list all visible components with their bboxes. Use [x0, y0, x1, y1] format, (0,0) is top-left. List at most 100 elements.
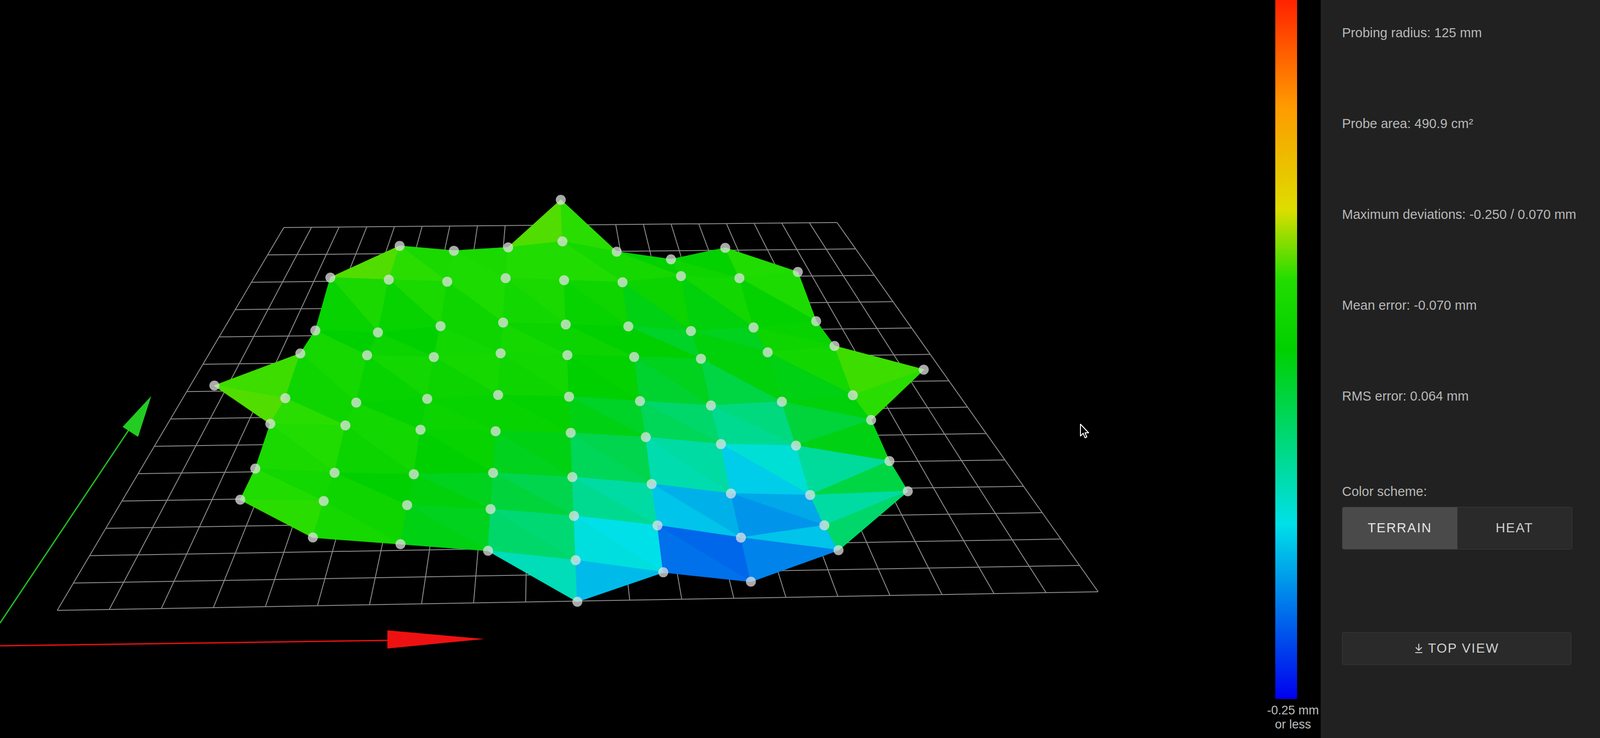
- probe-point[interactable]: [395, 539, 406, 550]
- probe-point[interactable]: [351, 397, 362, 408]
- probe-point[interactable]: [884, 455, 895, 466]
- probe-point[interactable]: [361, 350, 372, 361]
- probe-point[interactable]: [340, 420, 351, 431]
- probe-point[interactable]: [819, 520, 830, 531]
- probe-point[interactable]: [498, 317, 509, 328]
- color-scheme-option[interactable]: TERRAIN: [1342, 507, 1458, 550]
- probe-point[interactable]: [435, 321, 446, 332]
- probe-point[interactable]: [902, 486, 913, 497]
- probe-point[interactable]: [569, 510, 580, 521]
- probe-point[interactable]: [485, 504, 496, 515]
- probe-point[interactable]: [695, 353, 706, 364]
- surface-face: [569, 396, 646, 438]
- surface-face: [500, 322, 568, 356]
- surface-face: [315, 277, 378, 333]
- color-scheme-option[interactable]: HEAT: [1457, 507, 1573, 550]
- probe-point[interactable]: [629, 351, 640, 362]
- surface-face: [565, 324, 635, 358]
- probe-point[interactable]: [658, 567, 669, 578]
- probe-point[interactable]: [705, 400, 716, 411]
- probe-point[interactable]: [500, 273, 511, 284]
- surface-face: [312, 500, 401, 545]
- probe-point[interactable]: [559, 275, 570, 286]
- probe-point[interactable]: [307, 532, 318, 543]
- probe-point[interactable]: [265, 418, 276, 429]
- probe-point[interactable]: [792, 267, 803, 278]
- probe-point[interactable]: [565, 427, 576, 438]
- probe-point[interactable]: [805, 490, 816, 501]
- probe-point[interactable]: [318, 495, 329, 506]
- probe-point[interactable]: [209, 380, 220, 391]
- mesh-scene[interactable]: [0, 0, 1266, 738]
- probe-point[interactable]: [560, 319, 571, 330]
- surface-face: [330, 245, 400, 280]
- probe-point[interactable]: [652, 520, 663, 531]
- probe-point[interactable]: [422, 393, 433, 404]
- probe-point[interactable]: [493, 390, 504, 401]
- probe-point[interactable]: [685, 326, 696, 337]
- probe-point[interactable]: [715, 439, 726, 450]
- probe-point[interactable]: [791, 440, 802, 451]
- probe-point[interactable]: [735, 532, 746, 543]
- probe-point[interactable]: [745, 576, 756, 587]
- probe-point[interactable]: [442, 276, 453, 287]
- probe-point[interactable]: [567, 471, 578, 482]
- surface-face: [562, 241, 623, 283]
- probe-point[interactable]: [748, 322, 759, 333]
- probe-point[interactable]: [562, 350, 573, 361]
- probe-point[interactable]: [488, 467, 499, 478]
- probe-point[interactable]: [611, 246, 622, 257]
- probe-point[interactable]: [725, 488, 736, 499]
- mesh-canvas[interactable]: [0, 0, 1266, 738]
- probe-point[interactable]: [448, 245, 459, 256]
- probe-point[interactable]: [495, 348, 506, 359]
- probe-point[interactable]: [295, 348, 306, 359]
- probe-point[interactable]: [665, 254, 676, 265]
- surface-face: [565, 324, 635, 358]
- probe-point[interactable]: [646, 479, 657, 490]
- probe-point[interactable]: [250, 463, 261, 474]
- probe-point[interactable]: [734, 272, 745, 283]
- probe-point[interactable]: [310, 325, 321, 336]
- surface-face: [628, 326, 702, 359]
- probe-point[interactable]: [235, 494, 246, 505]
- probe-point[interactable]: [280, 393, 291, 404]
- probe-point[interactable]: [811, 316, 822, 327]
- probe-point[interactable]: [847, 390, 858, 401]
- probe-point[interactable]: [394, 240, 405, 251]
- probe-point[interactable]: [866, 415, 877, 426]
- probe-point[interactable]: [555, 194, 566, 205]
- surface-face: [622, 276, 692, 332]
- surface-face: [634, 356, 711, 406]
- probe-point[interactable]: [383, 274, 394, 285]
- probe-point[interactable]: [833, 544, 844, 555]
- probe-point[interactable]: [428, 351, 439, 362]
- surface-face: [240, 499, 324, 538]
- probe-point[interactable]: [490, 426, 501, 437]
- probe-point[interactable]: [483, 545, 494, 556]
- probe-point[interactable]: [640, 431, 651, 442]
- probe-point[interactable]: [829, 341, 840, 352]
- probe-point[interactable]: [408, 469, 419, 480]
- probe-point[interactable]: [617, 277, 628, 288]
- probe-point[interactable]: [325, 272, 336, 283]
- probe-point[interactable]: [634, 396, 645, 407]
- probe-point[interactable]: [720, 242, 731, 253]
- probe-point[interactable]: [372, 327, 383, 338]
- probe-point[interactable]: [762, 347, 773, 358]
- probe-point[interactable]: [623, 321, 634, 332]
- probe-point[interactable]: [570, 554, 581, 565]
- probe-point[interactable]: [329, 467, 340, 478]
- top-view-button[interactable]: TOP VIEW: [1342, 632, 1572, 665]
- probe-point[interactable]: [503, 242, 514, 253]
- probe-point[interactable]: [401, 500, 412, 511]
- stat-item: Mean error: -0.070 mm: [1342, 297, 1582, 389]
- surface-face: [739, 277, 817, 328]
- probe-point[interactable]: [675, 271, 686, 282]
- probe-point[interactable]: [415, 424, 426, 435]
- probe-point[interactable]: [564, 391, 575, 402]
- probe-point[interactable]: [918, 364, 929, 375]
- probe-point[interactable]: [777, 396, 788, 407]
- probe-point[interactable]: [557, 236, 568, 247]
- probe-point[interactable]: [572, 596, 583, 607]
